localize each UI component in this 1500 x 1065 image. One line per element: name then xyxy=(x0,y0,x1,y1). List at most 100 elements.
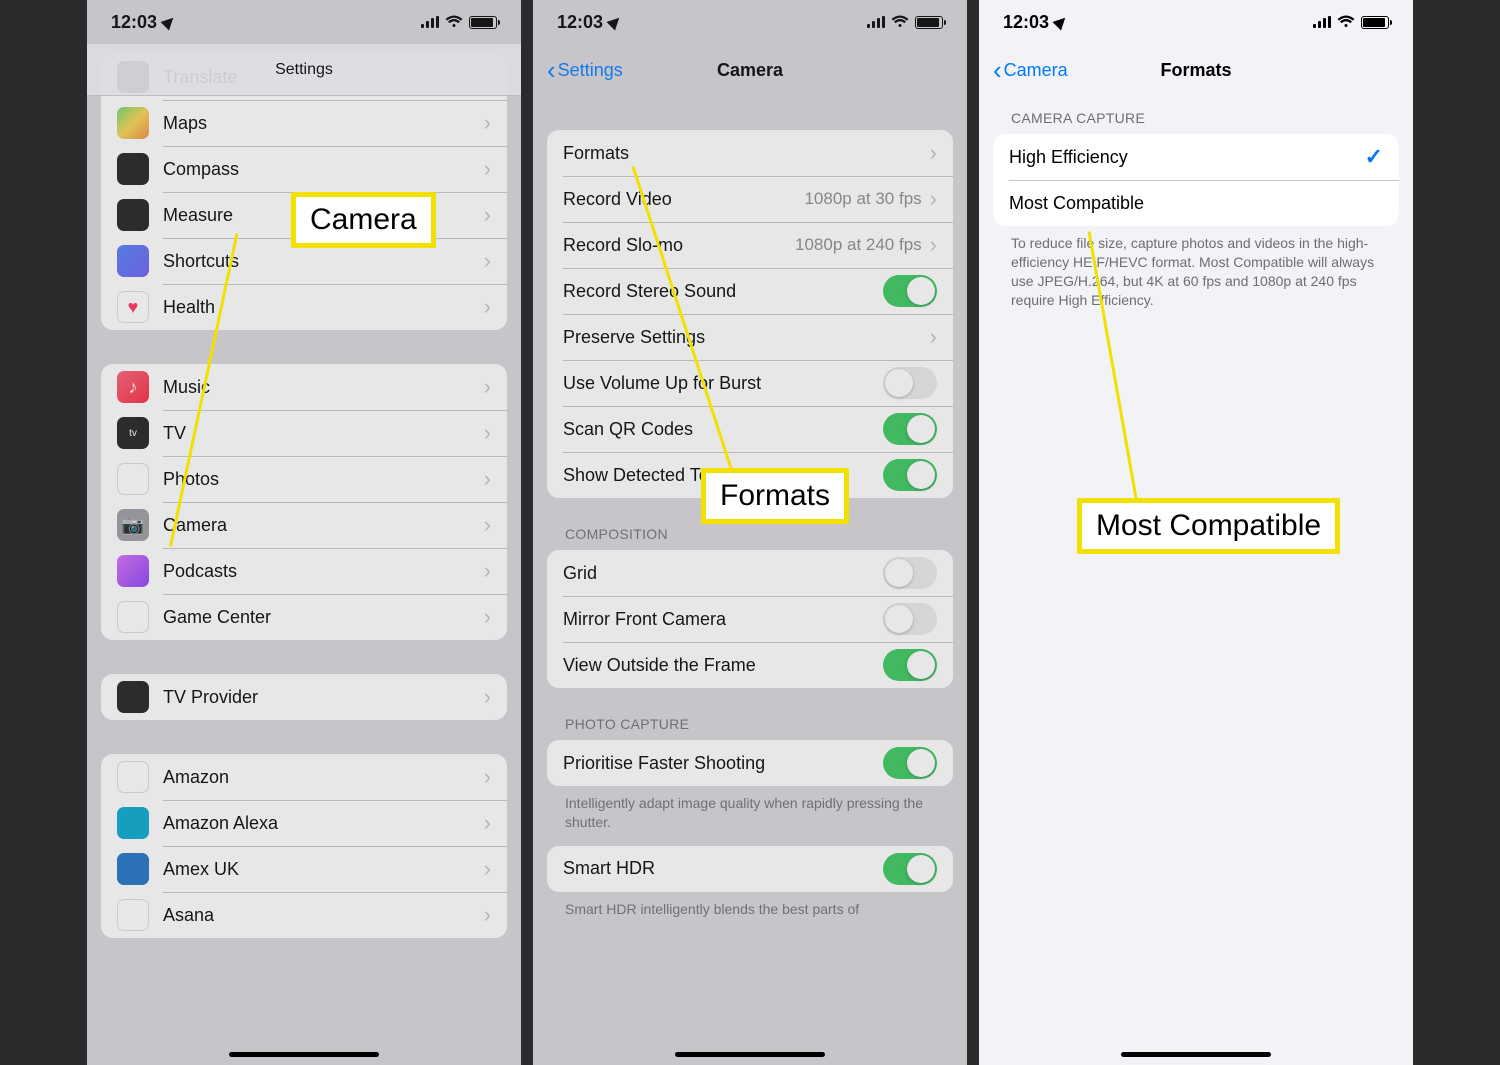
smarthdr-toggle[interactable] xyxy=(883,853,937,885)
chevron-right-icon: › xyxy=(484,156,491,182)
settings-row-podcasts[interactable]: Podcasts› xyxy=(101,548,507,594)
row-scan-qr[interactable]: Scan QR Codes xyxy=(547,406,953,452)
status-bar: 12:03 xyxy=(87,0,521,44)
row-most-compatible[interactable]: Most Compatible xyxy=(993,180,1399,226)
chevron-left-icon: ‹ xyxy=(993,57,1002,83)
section-photo-capture: PHOTO CAPTURE xyxy=(565,716,953,732)
footer-smarthdr: Smart HDR intelligently blends the best … xyxy=(547,892,953,919)
scan-qr-toggle[interactable] xyxy=(883,413,937,445)
battery-icon xyxy=(915,16,943,29)
detected-text-toggle[interactable] xyxy=(883,459,937,491)
row-preserve[interactable]: Preserve Settings› xyxy=(547,314,953,360)
shortcuts-icon xyxy=(117,245,149,277)
alexa-icon xyxy=(117,807,149,839)
settings-row-amex[interactable]: Amex UK› xyxy=(101,846,507,892)
home-indicator[interactable] xyxy=(1121,1052,1271,1057)
chevron-right-icon: › xyxy=(484,110,491,136)
settings-group-4: Amazon› Amazon Alexa› Amex UK› Asana› xyxy=(101,754,507,938)
settings-row-tvprovider[interactable]: TV Provider› xyxy=(101,674,507,720)
row-record-video[interactable]: Record Video1080p at 30 fps› xyxy=(547,176,953,222)
row-stereo-sound[interactable]: Record Stereo Sound xyxy=(547,268,953,314)
home-indicator[interactable] xyxy=(229,1052,379,1057)
tvprovider-icon xyxy=(117,681,149,713)
row-volume-burst[interactable]: Use Volume Up for Burst xyxy=(547,360,953,406)
row-mirror[interactable]: Mirror Front Camera xyxy=(547,596,953,642)
chevron-right-icon: › xyxy=(484,466,491,492)
location-icon xyxy=(607,14,624,31)
battery-icon xyxy=(1361,16,1389,29)
grid-toggle[interactable] xyxy=(883,557,937,589)
chevron-right-icon: › xyxy=(930,186,937,212)
chevron-right-icon: › xyxy=(930,232,937,258)
battery-icon xyxy=(469,16,497,29)
photos-icon: ✿ xyxy=(117,463,149,495)
row-view-outside[interactable]: View Outside the Frame xyxy=(547,642,953,688)
chevron-right-icon: › xyxy=(484,294,491,320)
camera-screen: 12:03 ‹Settings Camera Formats› Record V… xyxy=(533,0,967,1065)
settings-row-amazon[interactable]: Amazon› xyxy=(101,754,507,800)
measure-icon xyxy=(117,199,149,231)
settings-row-tv[interactable]: tvTV› xyxy=(101,410,507,456)
back-button[interactable]: ‹Settings xyxy=(547,57,623,83)
formats-screen: 12:03 ‹Camera Formats CAMERA CAPTURE Hig… xyxy=(979,0,1413,1065)
navbar: ‹Camera Formats xyxy=(979,44,1413,96)
formats-list[interactable]: CAMERA CAPTURE High Efficiency✓ Most Com… xyxy=(979,96,1413,1065)
settings-group-3: TV Provider› xyxy=(101,674,507,720)
row-formats[interactable]: Formats› xyxy=(547,130,953,176)
row-record-slomo[interactable]: Record Slo-mo1080p at 240 fps› xyxy=(547,222,953,268)
chevron-right-icon: › xyxy=(484,558,491,584)
chevron-right-icon: › xyxy=(484,902,491,928)
camera-group-2: Grid Mirror Front Camera View Outside th… xyxy=(547,550,953,688)
amex-icon xyxy=(117,853,149,885)
cellular-icon xyxy=(1313,16,1331,28)
prioritise-toggle[interactable] xyxy=(883,747,937,779)
settings-row-photos[interactable]: ✿Photos› xyxy=(101,456,507,502)
compass-icon xyxy=(117,153,149,185)
settings-row-camera[interactable]: 📷Camera› xyxy=(101,502,507,548)
tv-icon: tv xyxy=(117,417,149,449)
row-high-efficiency[interactable]: High Efficiency✓ xyxy=(993,134,1399,180)
settings-row-gamecenter[interactable]: Game Center› xyxy=(101,594,507,640)
page-title: Camera xyxy=(717,60,783,81)
volume-burst-toggle[interactable] xyxy=(883,367,937,399)
page-title: Settings xyxy=(275,61,333,79)
chevron-right-icon: › xyxy=(484,248,491,274)
status-bar: 12:03 xyxy=(979,0,1413,44)
settings-row-health[interactable]: ♥Health› xyxy=(101,284,507,330)
home-indicator[interactable] xyxy=(675,1052,825,1057)
back-button[interactable]: ‹Camera xyxy=(993,57,1068,83)
asana-icon xyxy=(117,899,149,931)
cellular-icon xyxy=(421,16,439,28)
settings-row-asana[interactable]: Asana› xyxy=(101,892,507,938)
section-camera-capture: CAMERA CAPTURE xyxy=(1011,110,1399,126)
chevron-right-icon: › xyxy=(484,512,491,538)
cellular-icon xyxy=(867,16,885,28)
row-grid[interactable]: Grid xyxy=(547,550,953,596)
gamecenter-icon xyxy=(117,601,149,633)
chevron-right-icon: › xyxy=(484,420,491,446)
chevron-right-icon: › xyxy=(484,764,491,790)
footer-formats: To reduce file size, capture photos and … xyxy=(993,226,1399,310)
settings-row-alexa[interactable]: Amazon Alexa› xyxy=(101,800,507,846)
chevron-right-icon: › xyxy=(484,202,491,228)
view-outside-toggle[interactable] xyxy=(883,649,937,681)
row-smarthdr[interactable]: Smart HDR xyxy=(547,846,953,892)
settings-row-maps[interactable]: Maps› xyxy=(101,100,507,146)
amazon-icon xyxy=(117,761,149,793)
chevron-right-icon: › xyxy=(484,684,491,710)
podcasts-icon xyxy=(117,555,149,587)
mirror-toggle[interactable] xyxy=(883,603,937,635)
camera-group-4: Smart HDR xyxy=(547,846,953,892)
stereo-sound-toggle[interactable] xyxy=(883,275,937,307)
camera-group-1: Formats› Record Video1080p at 30 fps› Re… xyxy=(547,130,953,498)
chevron-right-icon: › xyxy=(930,140,937,166)
location-icon xyxy=(161,14,178,31)
camera-settings-list[interactable]: Formats› Record Video1080p at 30 fps› Re… xyxy=(533,96,967,1065)
wifi-icon xyxy=(445,12,463,33)
settings-row-music[interactable]: ♪Music› xyxy=(101,364,507,410)
chevron-right-icon: › xyxy=(484,374,491,400)
row-prioritise[interactable]: Prioritise Faster Shooting xyxy=(547,740,953,786)
status-time: 12:03 xyxy=(111,12,157,33)
section-composition: COMPOSITION xyxy=(565,526,953,542)
settings-row-compass[interactable]: Compass› xyxy=(101,146,507,192)
